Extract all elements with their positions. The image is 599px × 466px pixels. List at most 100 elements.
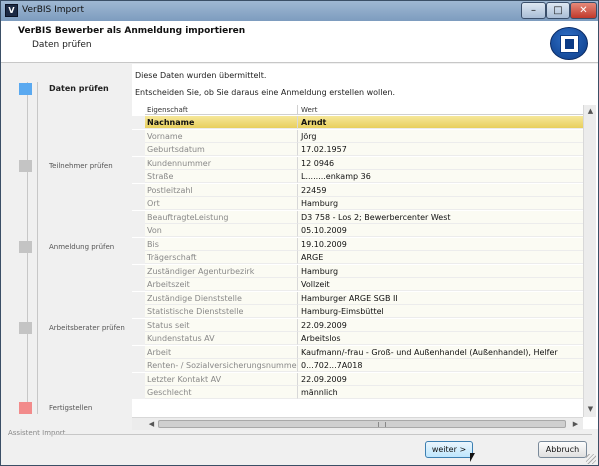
table-row[interactable]: Renten- / Sozialversicherungsnummer 0...7… — [132, 359, 583, 372]
cancel-button[interactable]: Abbruch — [538, 441, 587, 458]
table-row[interactable]: Geschlecht männlich — [132, 386, 583, 399]
row-gutter — [132, 197, 145, 210]
property-cell: Geburtsdatum — [145, 143, 298, 156]
table-row[interactable]: Zuständiger Agenturbezirk Hamburg — [132, 264, 583, 278]
row-gutter — [132, 237, 145, 251]
table-row[interactable]: Nachname Arndt — [132, 116, 583, 129]
row-gutter — [132, 318, 145, 332]
property-cell: Straße — [145, 170, 298, 183]
title-bar[interactable]: V VerBIS Import – □ ✕ — [1, 1, 598, 21]
value-cell[interactable]: Kaufmann/-frau - Groß- und Außenhandel (… — [298, 345, 583, 359]
step-marker-icon — [19, 160, 32, 172]
window-title: VerBIS Import — [22, 5, 84, 15]
close-button[interactable]: ✕ — [570, 2, 597, 19]
value-cell[interactable]: 0...702...7A018 — [298, 359, 583, 372]
property-cell: Ort — [145, 197, 298, 210]
table-row[interactable]: Arbeit Kaufmann/-frau - Groß- und Außenha… — [132, 345, 583, 359]
property-cell: Trägerschaft — [145, 251, 298, 264]
value-cell[interactable]: Vollzeit — [298, 278, 583, 291]
property-cell: Letzter Kontakt AV — [145, 372, 298, 386]
step-marker-icon — [19, 241, 32, 253]
column-header-property[interactable]: Eigenschaft — [145, 105, 298, 115]
row-gutter — [132, 345, 145, 359]
value-cell[interactable]: 05.10.2009 — [298, 224, 583, 237]
table-row[interactable]: Straße L........enkamp 36 — [132, 170, 583, 183]
value-cell[interactable]: 22459 — [298, 183, 583, 197]
table-row[interactable]: BeauftragteLeistung D3 758 - Los 2; Bewer… — [132, 210, 583, 224]
value-cell[interactable]: 19.10.2009 — [298, 237, 583, 251]
row-gutter — [132, 129, 145, 143]
person-at-desk-logo-icon — [550, 27, 588, 60]
horizontal-scroll-thumb[interactable] — [158, 420, 566, 428]
value-cell[interactable]: 17.02.1957 — [298, 143, 583, 156]
property-cell: Renten- / Sozialversicherungsnummer — [145, 359, 298, 372]
step-label: Arbeitsberater prüfen — [49, 324, 125, 332]
table-row[interactable]: Kundenstatus AV Arbeitslos — [132, 332, 583, 345]
vertical-scrollbar[interactable]: ▲ ▼ — [583, 105, 596, 417]
table-row[interactable]: Zuständige Dienststelle Hamburger ARGE SG… — [132, 291, 583, 305]
value-cell[interactable]: Arndt — [298, 116, 583, 129]
data-table: Eigenschaft Wert Nachname Arndt Vorname Jör… — [132, 105, 598, 430]
value-cell[interactable]: 12 0946 — [298, 156, 583, 170]
row-gutter — [132, 210, 145, 224]
table-row[interactable]: Ort Hamburg — [132, 197, 583, 210]
property-cell: Zuständiger Agenturbezirk — [145, 264, 298, 278]
value-cell[interactable]: ARGE — [298, 251, 583, 264]
row-gutter — [132, 278, 145, 291]
next-button[interactable]: weiter > — [425, 441, 473, 458]
scroll-left-icon[interactable]: ◀ — [146, 419, 157, 430]
property-cell: Kundenstatus AV — [145, 332, 298, 345]
value-cell[interactable]: Hamburger ARGE SGB II — [298, 291, 583, 305]
table-row[interactable]: Von 05.10.2009 — [132, 224, 583, 237]
value-cell[interactable]: L........enkamp 36 — [298, 170, 583, 183]
scroll-right-icon[interactable]: ▶ — [570, 419, 581, 430]
minimize-button[interactable]: – — [521, 2, 546, 19]
property-cell: BeauftragteLeistung — [145, 210, 298, 224]
row-gutter — [132, 264, 145, 278]
value-cell[interactable]: 22.09.2009 — [298, 318, 583, 332]
step-label: Daten prüfen — [49, 84, 109, 93]
value-cell[interactable]: männlich — [298, 386, 583, 399]
value-cell[interactable]: Arbeitslos — [298, 332, 583, 345]
verbis-app-icon: V — [5, 4, 18, 17]
scroll-up-icon[interactable]: ▲ — [585, 106, 596, 117]
table-row[interactable]: Statistische Dienststelle Hamburg-Eimsbüt… — [132, 305, 583, 318]
table-row[interactable]: Geburtsdatum 17.02.1957 — [132, 143, 583, 156]
table-row[interactable]: Trägerschaft ARGE — [132, 251, 583, 264]
property-cell: Arbeitszeit — [145, 278, 298, 291]
row-gutter — [132, 332, 145, 345]
value-cell[interactable]: Hamburg — [298, 197, 583, 210]
value-cell[interactable]: 22.09.2009 — [298, 372, 583, 386]
table-row[interactable]: Letzter Kontakt AV 22.09.2009 — [132, 372, 583, 386]
property-cell: Zuständige Dienststelle — [145, 291, 298, 305]
table-row[interactable]: Vorname Jörg — [132, 129, 583, 143]
table-row[interactable]: Bis 19.10.2009 — [132, 237, 583, 251]
property-cell: Arbeit — [145, 345, 298, 359]
row-gutter — [132, 116, 145, 129]
step-label: Teilnehmer prüfen — [49, 162, 113, 170]
value-cell[interactable]: Jörg — [298, 129, 583, 143]
maximize-button[interactable]: □ — [546, 2, 570, 19]
import-wizard-window: V VerBIS Import – □ ✕ VerBIS Bewerber al… — [0, 0, 599, 466]
property-cell: Statistische Dienststelle — [145, 305, 298, 318]
step-marker-icon — [19, 322, 32, 334]
table-row[interactable]: Arbeitszeit Vollzeit — [132, 278, 583, 291]
intro-text-1: Diese Daten wurden übermittelt. — [135, 71, 267, 80]
table-row[interactable]: Status seit 22.09.2009 — [132, 318, 583, 332]
main-content: Diese Daten wurden übermittelt. Entschei… — [132, 64, 598, 430]
value-cell[interactable]: D3 758 - Los 2; Bewerbercenter West — [298, 210, 583, 224]
horizontal-scrollbar[interactable]: ◀ ▶ — [132, 417, 583, 430]
wizard-header: VerBIS Bewerber als Anmeldung importiere… — [1, 21, 598, 63]
resize-grip-icon[interactable] — [586, 454, 596, 464]
footer-divider — [49, 434, 592, 435]
mouse-cursor-icon — [470, 453, 475, 462]
property-cell: Geschlecht — [145, 386, 298, 399]
table-row[interactable]: Kundennummer 12 0946 — [132, 156, 583, 170]
value-cell[interactable]: Hamburg-Eimsbüttel — [298, 305, 583, 318]
value-cell[interactable]: Hamburg — [298, 264, 583, 278]
row-gutter — [132, 291, 145, 305]
table-row[interactable]: Postleitzahl 22459 — [132, 183, 583, 197]
column-header-value[interactable]: Wert — [298, 105, 583, 115]
scroll-down-icon[interactable]: ▼ — [585, 404, 596, 415]
step-marker-icon — [19, 402, 32, 414]
